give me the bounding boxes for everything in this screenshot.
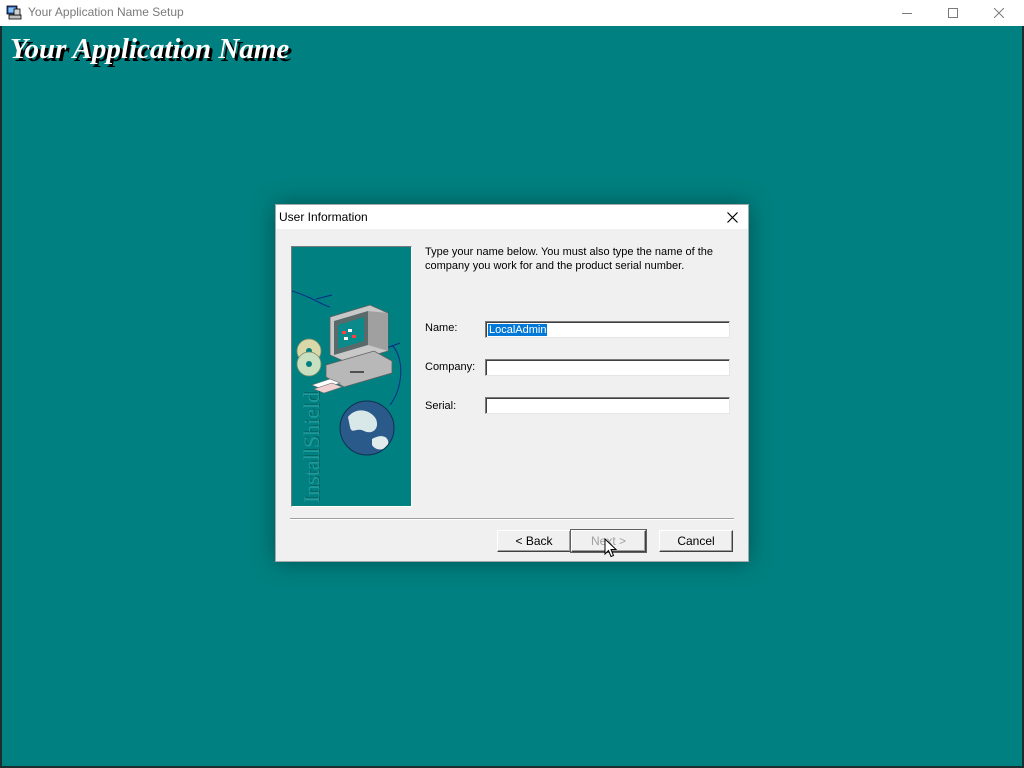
name-input[interactable]: LocalAdmin (485, 321, 730, 338)
installshield-side-image: InstallShield (291, 246, 412, 507)
cancel-button[interactable]: Cancel (659, 530, 733, 552)
serial-label: Serial: (425, 400, 457, 412)
dialog-titlebar: User Information (276, 205, 748, 229)
maximize-button[interactable] (930, 0, 976, 26)
dialog-title: User Information (279, 210, 368, 224)
window-titlebar: Your Application Name Setup (0, 0, 1024, 26)
setup-app-icon[interactable] (6, 5, 22, 21)
serial-input[interactable] (485, 397, 730, 414)
close-icon (994, 8, 1004, 18)
mouse-cursor-icon (604, 538, 618, 558)
app-banner-title: Your Application Name (10, 33, 290, 65)
instructions-text: Type your name below. You must also type… (425, 246, 714, 272)
name-input-value: LocalAdmin (488, 324, 548, 336)
minimize-icon (902, 13, 912, 14)
maximize-icon (948, 8, 958, 18)
user-information-dialog: User Information InstallShield Type your… (275, 204, 749, 562)
installshield-brand-text: InstallShield (299, 391, 324, 503)
company-label: Company: (425, 361, 476, 373)
minimize-button[interactable] (884, 0, 930, 26)
name-label: Name: (425, 322, 458, 334)
window-close-button[interactable] (976, 0, 1022, 26)
close-icon (726, 211, 738, 223)
window-title: Your Application Name Setup (28, 5, 184, 19)
company-input[interactable] (485, 359, 730, 376)
back-button[interactable]: < Back (497, 530, 571, 552)
dialog-close-button[interactable] (722, 208, 742, 226)
button-separator (290, 518, 734, 520)
